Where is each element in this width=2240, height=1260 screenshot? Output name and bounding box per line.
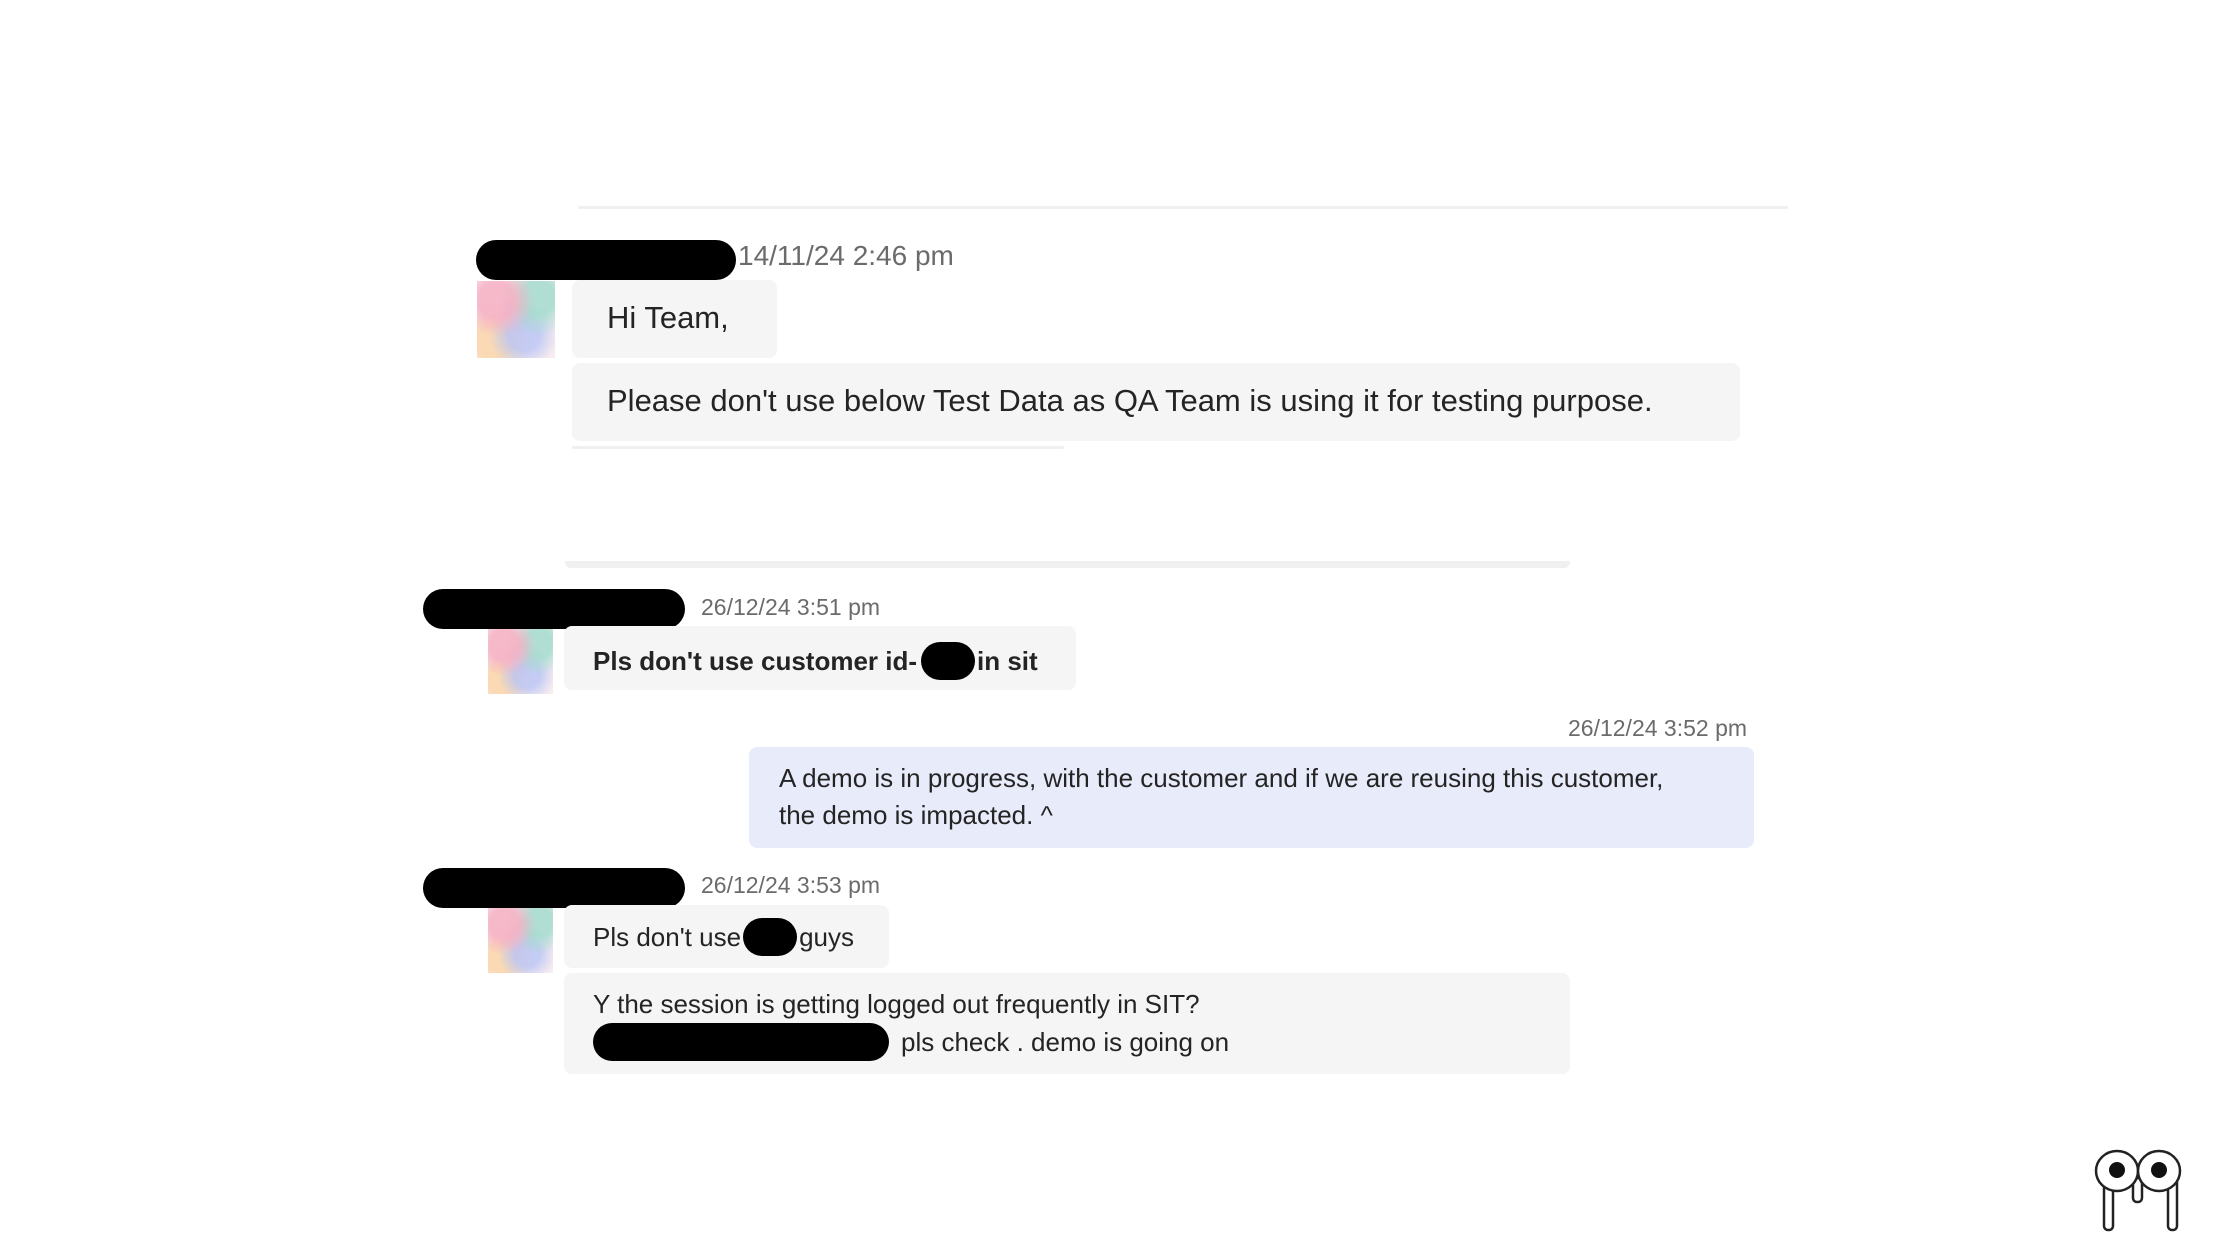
message-bubble[interactable]: Y the session is getting logged out freq…: [564, 973, 1570, 1074]
message-text-part: in sit: [977, 645, 1038, 676]
avatar[interactable]: [477, 281, 555, 358]
redacted-value: [743, 918, 798, 956]
divider: [565, 561, 1570, 568]
message-text-part: Pls don't use: [593, 921, 742, 952]
message-bubble[interactable]: Pls don't use customer id- in sit: [564, 626, 1076, 690]
message-text-part: guys: [799, 921, 854, 952]
message-text-part: Pls don't use customer id-: [593, 645, 918, 676]
redacted-mention: [593, 1023, 889, 1061]
message-text: pls check . demo is going on: [593, 1023, 1229, 1061]
message-text: Please don't use below Test Data as QA T…: [607, 383, 1653, 418]
attachment-edge: [572, 446, 1064, 449]
avatar[interactable]: [488, 629, 553, 694]
message-timestamp: 26/12/24 3:53 pm: [701, 872, 881, 898]
message-timestamp: 14/11/24 2:46 pm: [738, 240, 954, 271]
my-message-bubble[interactable]: A demo is in progress, with the customer…: [749, 747, 1754, 848]
redacted-customer-id: [921, 642, 976, 680]
redacted-sender-name: [423, 589, 685, 629]
divider: [578, 206, 1788, 209]
message-text: Pls don't use guys: [593, 918, 854, 956]
message-text: the demo is impacted. ^: [779, 800, 1053, 830]
message-timestamp: 26/12/24 3:51 pm: [701, 594, 881, 620]
message-bubble[interactable]: Pls don't use guys: [564, 905, 889, 968]
message-text: Hi Team,: [607, 300, 729, 335]
avatar[interactable]: [488, 908, 553, 973]
message-text: Y the session is getting logged out freq…: [593, 989, 1200, 1019]
message-text-part: pls check . demo is going on: [901, 1026, 1230, 1057]
message-timestamp: 26/12/24 3:52 pm: [1568, 715, 1748, 741]
redacted-sender-name: [476, 240, 736, 280]
redacted-sender-name: [423, 868, 685, 908]
chat-window: 14/11/24 2:46 pm Hi Team, Please don't u…: [0, 0, 2240, 1260]
message-text: Pls don't use customer id- in sit: [593, 642, 1038, 680]
message-text: A demo is in progress, with the customer…: [779, 763, 1664, 793]
googly-eyes-logo-icon: [2092, 1148, 2192, 1232]
message-bubble[interactable]: Please don't use below Test Data as QA T…: [572, 363, 1740, 441]
message-bubble[interactable]: Hi Team,: [572, 280, 777, 358]
